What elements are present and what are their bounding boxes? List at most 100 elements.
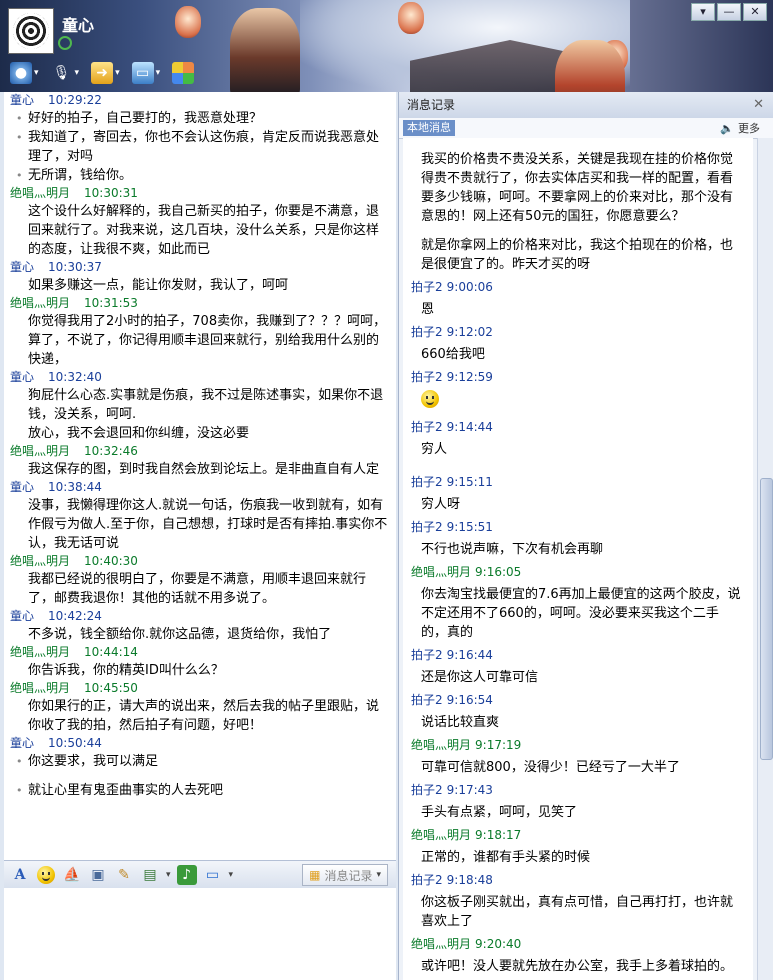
status-online-icon xyxy=(58,36,72,50)
history-message-body: 手头有点紧，呵呵，见笑了 xyxy=(403,799,753,827)
message-time: 9:12:59 xyxy=(446,370,493,384)
message-time: 9:17:19 xyxy=(475,738,522,752)
message-text: 你如果行的正，请大声的说出来，然后去我的帖子里跟贴，说你收了我的拍，然后拍子有问… xyxy=(28,699,380,733)
handwrite-icon[interactable]: ✎ xyxy=(114,865,134,885)
history-button-label: 消息记录 xyxy=(324,868,373,883)
message-time: 10:44:14 xyxy=(84,645,138,659)
message-text: 你这要求，我可以满足 xyxy=(4,752,396,771)
menu-button[interactable]: ▾ xyxy=(691,3,715,21)
message-text: 如果多赚这一点，能让你发财，我认了，呵呵 xyxy=(28,278,289,293)
apps-grid-icon[interactable] xyxy=(172,62,195,84)
message-text: 狗屁什么心态.实事就是伤痕，我不过是陈述事实，如果你不退钱，没关系，呵呵. xyxy=(28,388,384,422)
message-time: 9:14:44 xyxy=(446,420,493,434)
history-tabs: 本地消息 🔈 更多 xyxy=(399,118,773,139)
history-scrollbar[interactable] xyxy=(757,138,773,980)
message-header: 童心 10:29:22 xyxy=(4,92,396,109)
history-message-text: 说话比较直爽 xyxy=(421,715,500,730)
message-header: 童心 10:38:44 xyxy=(4,479,396,496)
tab-local-messages[interactable]: 本地消息 xyxy=(403,120,455,136)
history-message-header: 拍子2 9:15:11 xyxy=(403,474,753,491)
chevron-down-icon[interactable]: ▾ xyxy=(34,68,39,78)
history-message-text xyxy=(403,390,753,414)
smiley-icon xyxy=(421,390,439,408)
history-message-text: 我买的价格贵不贵没关系，关键是我现在挂的价格你觉得贵不贵就行了，你去实体店买和我… xyxy=(421,152,734,224)
history-message-body: 穷人呀 xyxy=(403,491,753,519)
message-time: 9:16:05 xyxy=(475,565,522,579)
history-button[interactable]: ▦ 消息记录 ▾ xyxy=(302,864,388,886)
message-time: 10:45:50 xyxy=(84,681,138,695)
history-title-text: 消息记录 xyxy=(407,98,456,112)
history-message-header: 绝唱灬明月 9:16:05 xyxy=(403,564,753,581)
message-time: 9:20:40 xyxy=(475,937,522,951)
message-header: 绝唱灬明月 10:45:50 xyxy=(4,680,396,697)
sender-name: 绝唱灬明月 xyxy=(411,738,472,752)
message-time: 10:29:22 xyxy=(48,93,102,107)
sender-name: 拍子2 xyxy=(411,783,443,797)
history-message-text: 恩 xyxy=(421,302,435,317)
history-message-header: 拍子2 9:12:02 xyxy=(403,324,753,341)
history-message-text: 手头有点紧，呵呵，见笑了 xyxy=(421,805,578,820)
speaker-icon: 🔈 xyxy=(720,121,734,135)
close-icon[interactable]: ✕ xyxy=(753,92,764,118)
history-message-text: 你这板子刚买就出，真有点可惜，自己再打打，也许就喜欢上了 xyxy=(421,895,734,929)
history-message-text: 你去淘宝找最便宜的7.6再加上最便宜的这两个胶皮，说不定还用不了660的，呵呵。… xyxy=(421,587,741,640)
remote-icon[interactable]: ▭ xyxy=(203,865,223,885)
smiley-icon[interactable] xyxy=(36,865,56,885)
nudge-icon[interactable]: ⛵ xyxy=(62,865,82,885)
message-text: 你觉得我用了2小时的拍子，708卖你，我赚到了？？？呵呵，算了，不说了，你记得用… xyxy=(28,314,387,367)
chevron-down-icon[interactable]: ▾ xyxy=(75,68,80,78)
avatar-swirl xyxy=(13,13,49,49)
message-time: 10:32:40 xyxy=(48,370,102,384)
camera-icon[interactable]: ● xyxy=(10,62,32,84)
message-time: 10:40:30 xyxy=(84,554,138,568)
font-icon[interactable]: A xyxy=(10,865,30,885)
header-decoration-figure xyxy=(230,8,300,92)
message-time: 9:15:11 xyxy=(446,475,493,489)
header-decoration-lantern xyxy=(175,6,201,38)
screen-share-icon[interactable]: ▭ xyxy=(131,62,154,84)
picture-icon[interactable]: ▤ xyxy=(140,865,160,885)
history-transcript[interactable]: 我买的价格贵不贵没关系，关键是我现在挂的价格你觉得贵不贵就行了，你去实体店买和我… xyxy=(403,138,753,980)
sender-name: 绝唱灬明月 xyxy=(411,937,472,951)
scrollbar-thumb[interactable] xyxy=(760,478,773,760)
input-toolbar: A ⛵ ▣ ✎ ▤ ▾ ♪ ▭ ▾ ▦ 消息记录 ▾ xyxy=(4,860,396,888)
screenshot-icon[interactable]: ▣ xyxy=(88,865,108,885)
sender-name: 绝唱灬明月 xyxy=(10,296,71,310)
message-header: 绝唱灬明月 10:32:46 xyxy=(4,443,396,460)
message-input[interactable] xyxy=(4,888,396,980)
history-message-body: 不行也说声嘛，下次有机会再聊 xyxy=(403,536,753,564)
chevron-down-icon[interactable]: ▾ xyxy=(229,870,234,880)
history-message-body: 恩 xyxy=(403,296,753,324)
sender-name: 绝唱灬明月 xyxy=(10,681,71,695)
sender-name: 拍子2 xyxy=(411,520,443,534)
history-message-body: 或许吧！没人要就先放在办公室，我手上多着球拍的。 xyxy=(403,953,753,980)
message-header: 童心 10:32:40 xyxy=(4,369,396,386)
sender-name: 童心 xyxy=(10,480,35,494)
history-message-header: 拍子2 9:00:06 xyxy=(403,279,753,296)
sender-name: 童心 xyxy=(10,736,35,750)
history-message-header: 绝唱灬明月 9:20:40 xyxy=(403,936,753,953)
message-header: 童心 10:30:37 xyxy=(4,259,396,276)
message-time: 10:31:53 xyxy=(84,296,138,310)
sender-name: 童心 xyxy=(10,370,35,384)
more-button[interactable]: 🔈 更多 xyxy=(720,120,760,136)
chevron-down-icon[interactable]: ▾ xyxy=(166,870,171,880)
transfer-file-icon[interactable]: ➜ xyxy=(91,62,114,84)
chevron-down-icon[interactable]: ▾ xyxy=(156,68,161,78)
chat-window: 童心 ●▾ 🎙▾ ➜▾ ▭▾ ▾ — ✕ 童心10:29:22好好的拍子，自己要… xyxy=(0,0,773,980)
history-message-text: 穷人 xyxy=(421,442,448,457)
history-message-body: 可靠可信就800，没得少！已经亏了一大半了 xyxy=(403,754,753,782)
history-message-body: 你这板子刚买就出，真有点可惜，自己再打打，也许就喜欢上了 xyxy=(403,889,753,936)
chevron-down-icon[interactable]: ▾ xyxy=(115,68,120,78)
history-message-text: 660给我吧 xyxy=(421,347,485,362)
chat-transcript[interactable]: 童心 10:29:22 好好的拍子，自己要打的，我恶意处理？我知道了，寄回去，你也不… xyxy=(4,92,396,860)
message-text: 就让心里有鬼歪曲事实的人去死吧 xyxy=(4,781,396,800)
music-icon[interactable]: ♪ xyxy=(176,864,197,885)
microphone-icon[interactable]: 🎙 xyxy=(51,62,73,84)
minimize-button[interactable]: — xyxy=(717,3,741,21)
avatar[interactable] xyxy=(8,8,54,54)
history-message-text: 正常的，谁都有手头紧的时候 xyxy=(421,850,591,865)
message-text: 我知道了，寄回去，你也不会认这伤痕，肯定反而说我恶意处理了，对吗 xyxy=(4,128,396,166)
close-button[interactable]: ✕ xyxy=(743,3,767,21)
header-decoration-lantern xyxy=(398,2,424,34)
